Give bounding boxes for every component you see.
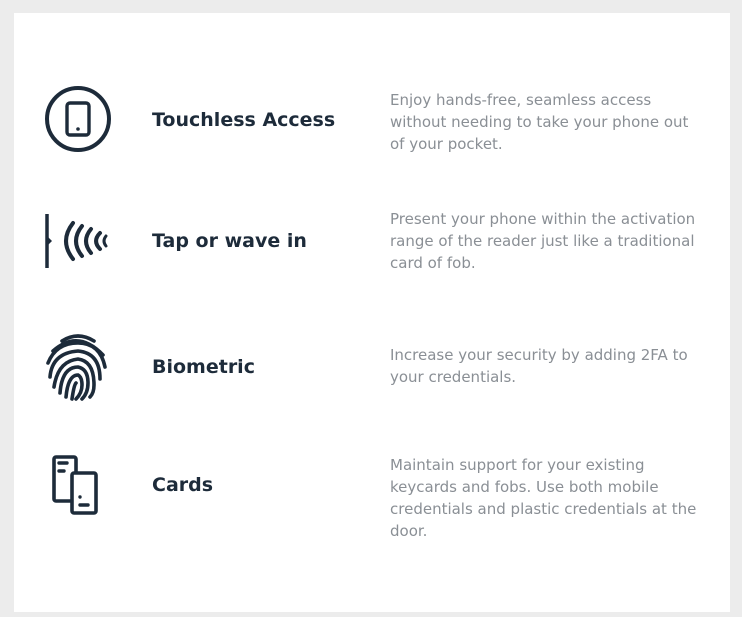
feature-touchless-access: Touchless Access Enjoy hands-free, seaml… (14, 79, 730, 159)
feature-description: Enjoy hands-free, seamless access withou… (390, 91, 689, 153)
side-panel (742, 0, 752, 617)
feature-description: Present your phone within the activation… (390, 210, 696, 272)
smartphone-icon (42, 83, 114, 155)
features-panel: Touchless Access Enjoy hands-free, seaml… (14, 13, 730, 612)
feature-tap-or-wave: Tap or wave in Present your phone within… (14, 205, 730, 285)
feature-description: Maintain support for your existing keyca… (390, 456, 697, 540)
feature-cards: Cards Maintain support for your existing… (14, 449, 730, 549)
feature-title: Cards (152, 474, 214, 496)
feature-title: Touchless Access (152, 109, 336, 131)
feature-title: Biometric (152, 356, 255, 378)
feature-biometric: Biometric Increase your security by addi… (14, 331, 730, 411)
feature-title: Tap or wave in (152, 230, 307, 252)
cards-icon (42, 449, 114, 521)
feature-description: Increase your security by adding 2FA to … (390, 346, 688, 386)
fingerprint-icon (42, 331, 114, 403)
contactless-wave-icon (42, 205, 114, 277)
